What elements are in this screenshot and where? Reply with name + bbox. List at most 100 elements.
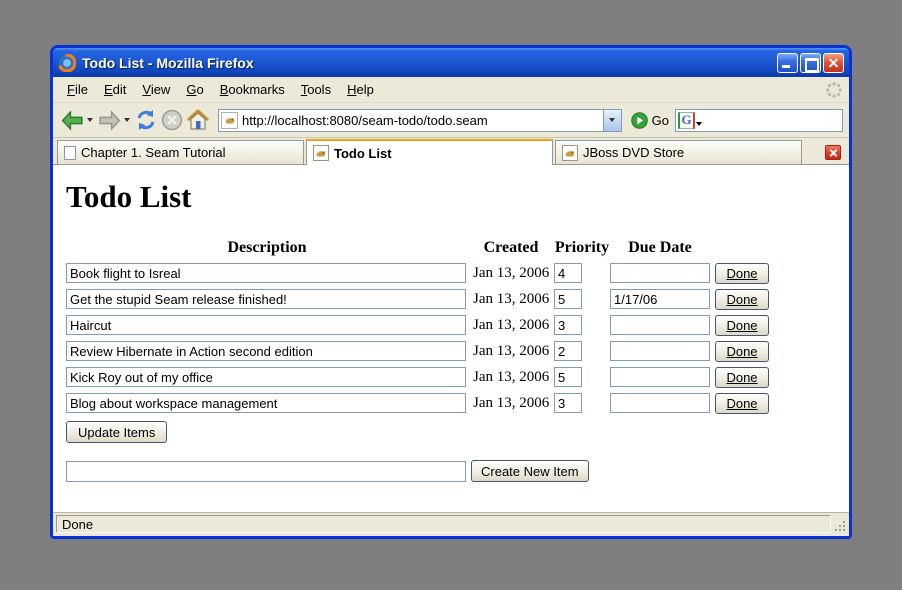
done-button[interactable]: Done <box>715 263 769 284</box>
home-icon <box>186 108 210 132</box>
create-item-row: Create New Item <box>66 460 835 482</box>
created-date: Jan 13, 2006 <box>468 265 554 282</box>
priority-input[interactable] <box>554 315 582 335</box>
table-row: Jan 13, 2006 Done <box>66 338 835 364</box>
created-date: Jan 13, 2006 <box>468 369 554 386</box>
page-title: Todo List <box>66 179 835 215</box>
menu-view[interactable]: View <box>134 79 178 100</box>
go-button[interactable]: Go <box>629 112 675 129</box>
header-priority: Priority <box>554 239 610 257</box>
new-item-input[interactable] <box>66 461 466 482</box>
menu-go[interactable]: Go <box>178 79 211 100</box>
table-header-row: Description Created Priority Due Date <box>66 239 835 257</box>
menu-tools[interactable]: Tools <box>293 79 339 100</box>
tab-label: JBoss DVD Store <box>583 145 684 160</box>
create-new-item-button[interactable]: Create New Item <box>471 460 589 482</box>
back-button[interactable] <box>59 106 86 134</box>
page-content: Todo List Description Created Priority D… <box>53 165 849 512</box>
done-button[interactable]: Done <box>715 315 769 336</box>
header-created: Created <box>468 239 554 257</box>
due-date-input[interactable] <box>610 289 710 309</box>
due-date-input[interactable] <box>610 367 710 387</box>
created-date: Jan 13, 2006 <box>468 291 554 308</box>
description-input[interactable] <box>66 263 466 283</box>
menu-help[interactable]: Help <box>339 79 382 100</box>
go-icon <box>631 112 648 129</box>
table-row: Jan 13, 2006 Done <box>66 390 835 416</box>
done-button[interactable]: Done <box>715 289 769 310</box>
menu-edit[interactable]: Edit <box>96 79 134 100</box>
created-date: Jan 13, 2006 <box>468 317 554 334</box>
seam-favicon <box>313 145 329 161</box>
due-date-input[interactable] <box>610 315 710 335</box>
search-input[interactable]: G <box>675 109 843 132</box>
reload-button[interactable] <box>133 106 159 134</box>
header-description: Description <box>66 239 468 257</box>
stop-icon <box>160 108 184 132</box>
created-date: Jan 13, 2006 <box>468 343 554 360</box>
go-label: Go <box>652 113 669 128</box>
priority-input[interactable] <box>554 341 582 361</box>
due-date-input[interactable] <box>610 263 710 283</box>
table-row: Jan 13, 2006 Done <box>66 364 835 390</box>
table-row: Jan 13, 2006 Done <box>66 260 835 286</box>
tab-chapter-1-seam-tutorial[interactable]: Chapter 1. Seam Tutorial <box>57 140 304 164</box>
done-button[interactable]: Done <box>715 367 769 388</box>
menu-bar: File Edit View Go Bookmarks Tools Help <box>53 77 849 103</box>
google-icon[interactable]: G <box>678 112 695 129</box>
search-engine-caret[interactable] <box>696 122 702 126</box>
table-row: Jan 13, 2006 Done <box>66 312 835 338</box>
forward-dropdown-caret[interactable] <box>124 118 130 122</box>
header-due-date: Due Date <box>610 239 710 257</box>
tab-bar: Chapter 1. Seam Tutorial Todo List JBoss… <box>53 138 849 165</box>
done-button[interactable]: Done <box>715 341 769 362</box>
description-input[interactable] <box>66 315 466 335</box>
firefox-icon <box>58 54 76 72</box>
priority-input[interactable] <box>554 367 582 387</box>
status-text: Done <box>56 515 831 533</box>
page-icon <box>64 146 76 160</box>
description-input[interactable] <box>66 393 466 413</box>
seam-favicon <box>562 145 578 161</box>
resize-grip[interactable] <box>833 516 846 532</box>
stop-button[interactable] <box>159 106 185 134</box>
created-date: Jan 13, 2006 <box>468 395 554 412</box>
close-tab-button[interactable] <box>825 145 841 160</box>
forward-button[interactable] <box>96 106 123 134</box>
reload-icon <box>134 108 158 132</box>
menu-bookmarks[interactable]: Bookmarks <box>212 79 293 100</box>
minimize-button[interactable] <box>777 53 798 73</box>
priority-input[interactable] <box>554 289 582 309</box>
due-date-input[interactable] <box>610 393 710 413</box>
title-bar[interactable]: Todo List - Mozilla Firefox <box>53 48 849 77</box>
due-date-input[interactable] <box>610 341 710 361</box>
home-button[interactable] <box>185 106 211 134</box>
tab-jboss-dvd-store[interactable]: JBoss DVD Store <box>555 140 802 164</box>
site-favicon <box>221 112 238 129</box>
tab-todo-list[interactable]: Todo List <box>306 139 553 165</box>
back-icon <box>60 108 85 133</box>
table-row: Jan 13, 2006 Done <box>66 286 835 312</box>
menu-file[interactable]: File <box>59 79 96 100</box>
throbber-icon <box>825 81 843 99</box>
description-input[interactable] <box>66 341 466 361</box>
status-bar: Done <box>53 512 849 536</box>
priority-input[interactable] <box>554 263 582 283</box>
priority-input[interactable] <box>554 393 582 413</box>
done-button[interactable]: Done <box>715 393 769 414</box>
url-bar[interactable]: http://localhost:8080/seam-todo/todo.sea… <box>218 109 622 132</box>
url-dropdown-button[interactable] <box>603 110 621 131</box>
close-button[interactable] <box>823 53 844 73</box>
description-input[interactable] <box>66 289 466 309</box>
maximize-button[interactable] <box>800 53 821 73</box>
update-items-button[interactable]: Update Items <box>66 421 167 443</box>
tab-label: Todo List <box>334 146 392 161</box>
tab-label: Chapter 1. Seam Tutorial <box>81 145 226 160</box>
url-text[interactable]: http://localhost:8080/seam-todo/todo.sea… <box>238 113 603 128</box>
navigation-toolbar: http://localhost:8080/seam-todo/todo.sea… <box>53 103 849 138</box>
window-title: Todo List - Mozilla Firefox <box>82 55 775 71</box>
browser-window: Todo List - Mozilla Firefox File Edit Vi… <box>50 45 852 539</box>
back-dropdown-caret[interactable] <box>87 118 93 122</box>
description-input[interactable] <box>66 367 466 387</box>
forward-icon <box>97 108 122 133</box>
